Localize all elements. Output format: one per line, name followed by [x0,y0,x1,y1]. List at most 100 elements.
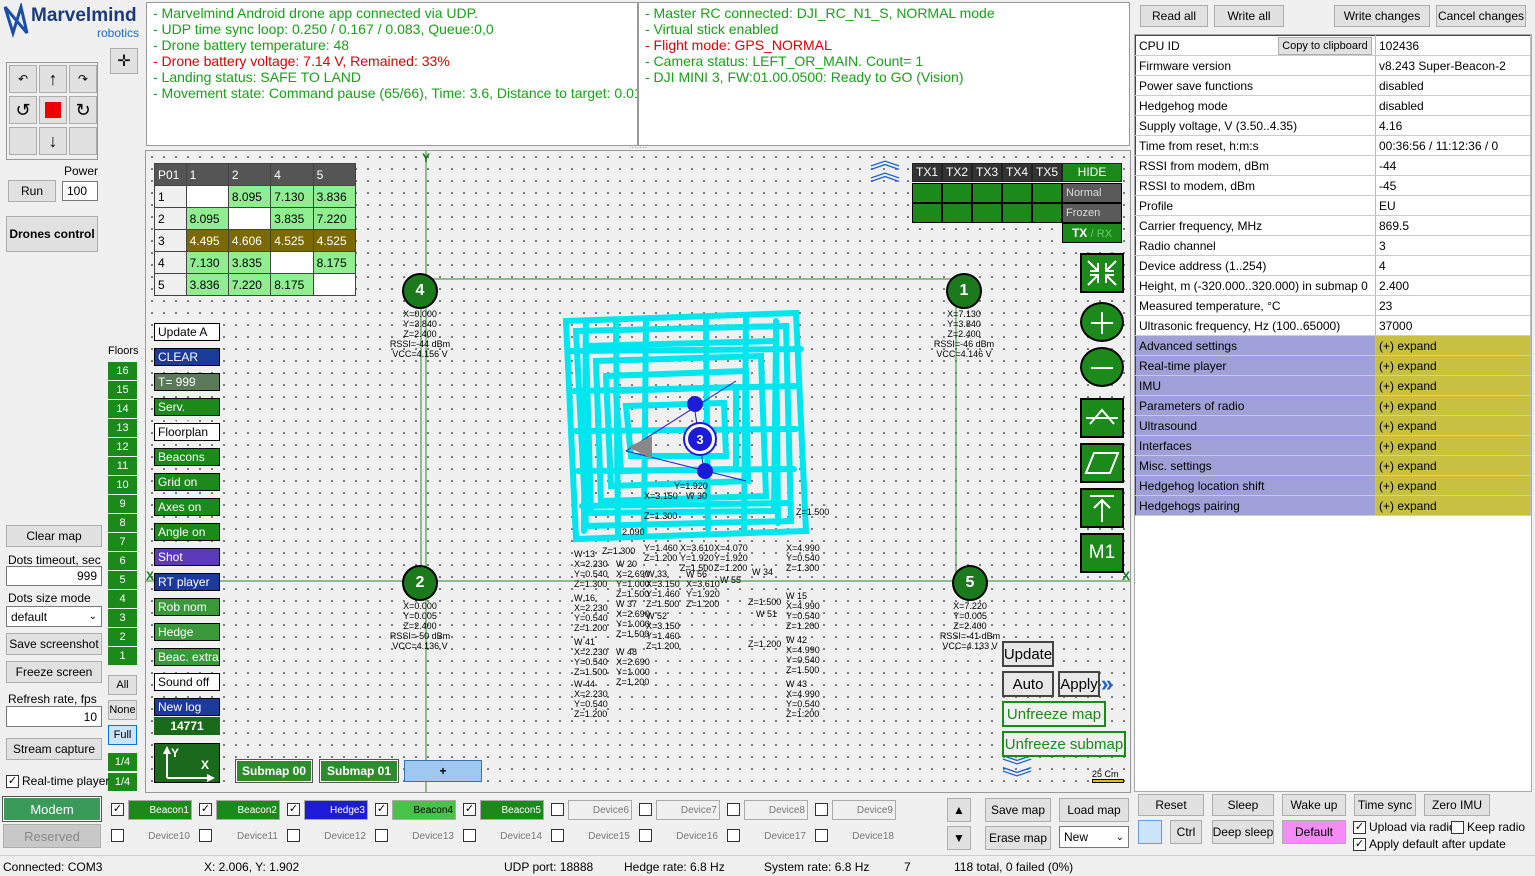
table-row[interactable]: Device address (1..254) 4 [1135,255,1531,276]
floor-button[interactable]: 13 [108,419,137,437]
save-map-button[interactable]: Save map [985,798,1051,822]
floor-button[interactable]: 8 [108,514,137,532]
floor-button[interactable]: 9 [108,495,137,513]
zoom-out-button[interactable] [1080,347,1124,387]
rotate-ccw-button[interactable]: ↺ [9,96,37,124]
floor-button[interactable]: 6 [108,552,137,570]
load-map-button[interactable]: Load map [1059,798,1129,822]
param-value[interactable]: 869.5 [1375,215,1531,236]
clear-map-button[interactable]: Clear map [6,525,102,547]
device-button[interactable]: Beacon1 [128,800,192,820]
param-value[interactable]: disabled [1375,75,1531,96]
m1-button[interactable]: M1 [1080,533,1124,573]
table-row[interactable]: Supply voltage, V (3.50..4.35) 4.16 [1135,115,1531,136]
expand-row[interactable]: Real-time player (+) expand [1135,355,1531,376]
device-checkbox[interactable] [639,829,652,842]
expand-toggle[interactable]: (+) expand [1375,375,1531,396]
freeze-screen-button[interactable]: Freeze screen [6,661,102,683]
cancel-changes-button[interactable]: Cancel changes [1436,5,1526,27]
device-checkbox[interactable]: ✓ [111,803,124,816]
expand-row[interactable]: Hedgehog location shift (+) expand [1135,475,1531,496]
keep-radio-checkbox[interactable]: Keep radio [1451,820,1525,834]
expand-toggle[interactable]: (+) expand [1375,415,1531,436]
top-view-button[interactable] [1080,488,1124,528]
reset-button[interactable]: Reset [1138,794,1204,816]
param-value[interactable]: 23 [1375,295,1531,316]
table-row[interactable]: Time from reset, h:m:s 00:36:56 / 11:12:3… [1135,135,1531,156]
floor-button[interactable]: 10 [108,476,137,494]
add-submap-button[interactable]: + [404,760,482,782]
write-all-button[interactable]: Write all [1214,5,1284,27]
table-row[interactable]: Measured temperature, °C 23 [1135,295,1531,316]
device-checkbox[interactable] [551,829,564,842]
rotate-cw-button[interactable]: ↻ [69,96,97,124]
map-option-button[interactable]: Beacons [154,448,220,466]
expand-toggle[interactable]: (+) expand [1375,495,1531,516]
map-select[interactable]: New ⌄ [1059,826,1129,848]
device-checkbox[interactable] [727,829,740,842]
map-option-button[interactable]: RT player [154,573,220,591]
map-canvas[interactable]: Y X X 3 P01 1 2 4 5 1 8.095 7.130 3.836 2 8.095 3.8… [145,150,1131,793]
map-option-button[interactable]: Grid on [154,473,220,491]
update-button[interactable]: Update [1002,641,1054,667]
blank-right-button[interactable] [69,127,97,155]
device-button[interactable]: Device18 [832,826,896,846]
map-option-button[interactable]: Hedge norm [154,623,220,655]
map-option-button[interactable]: Axes on [154,498,220,516]
param-value[interactable]: 3 [1375,235,1531,256]
splitter-handle[interactable]: ······· [620,144,656,152]
table-row[interactable]: Hedgehog mode disabled [1135,95,1531,116]
shrink-view-button[interactable] [1080,253,1124,293]
auto-button[interactable]: Auto [1002,671,1054,697]
zoom-in-button[interactable] [1080,302,1124,342]
floor-button[interactable]: 12 [108,438,137,456]
map-option-button[interactable]: Update A [154,323,220,341]
hide-tx-button[interactable]: HIDE [1062,163,1122,182]
map-option-button[interactable]: T= 999 [154,373,220,391]
expand-row[interactable]: Parameters of radio (+) expand [1135,395,1531,416]
map-option-button[interactable]: Serv. zones [154,398,220,430]
submap-01-button[interactable]: Submap 01 [319,759,399,783]
device-checkbox[interactable] [815,829,828,842]
device-button[interactable]: Device8 [744,800,808,820]
hedge-marker[interactable]: 3 [683,422,717,456]
unfreeze-map-button[interactable]: Unfreeze map [1002,701,1106,727]
device-button[interactable]: Device11 [216,826,280,846]
run-button[interactable]: Run [8,180,56,202]
stream-capture-button[interactable]: Stream capture [6,738,102,760]
table-row[interactable]: RSSI to modem, dBm -45 [1135,175,1531,196]
apply-button[interactable]: Apply [1058,671,1100,697]
perspective-view-button[interactable] [1080,443,1124,483]
save-screenshot-button[interactable]: Save screenshot [6,633,102,655]
refresh-rate-input[interactable]: 10 [6,706,102,727]
default-button[interactable]: Default [1282,820,1346,844]
erase-map-button[interactable]: Erase map [985,826,1051,850]
rotate-view-button[interactable] [1080,398,1124,438]
device-button[interactable]: Device16 [656,826,720,846]
floors-none-button[interactable]: None [108,700,137,720]
blank-left-button[interactable] [9,127,37,155]
floor-button[interactable]: 2 [108,628,137,646]
expand-toggle[interactable]: (+) expand [1375,435,1531,456]
map-option-button[interactable]: New log [154,698,220,716]
modem-button[interactable]: Modem [2,796,102,822]
table-row[interactable]: Radio channel 3 [1135,235,1531,256]
param-value[interactable]: 4.16 [1375,115,1531,136]
device-checkbox[interactable]: ✓ [199,803,212,816]
table-row[interactable]: Power save functions disabled [1135,75,1531,96]
expand-toggle[interactable]: (+) expand [1375,455,1531,476]
device-checkbox[interactable] [551,803,564,816]
device-button[interactable]: Device14 [480,826,544,846]
expand-row[interactable]: Interfaces (+) expand [1135,435,1531,456]
device-button[interactable]: Device17 [744,826,808,846]
param-value[interactable]: -44 [1375,155,1531,176]
device-checkbox[interactable] [375,829,388,842]
param-value[interactable]: 4 [1375,255,1531,276]
floor-button[interactable]: 15 [108,381,137,399]
device-checkbox[interactable]: ✓ [287,803,300,816]
table-row[interactable]: RSSI from modem, dBm -44 [1135,155,1531,176]
expand-toggle[interactable]: (+) expand [1375,395,1531,416]
down-arrow-button[interactable]: ↓ [39,127,67,155]
expand-row[interactable]: Ultrasound (+) expand [1135,415,1531,436]
device-checkbox[interactable] [287,829,300,842]
